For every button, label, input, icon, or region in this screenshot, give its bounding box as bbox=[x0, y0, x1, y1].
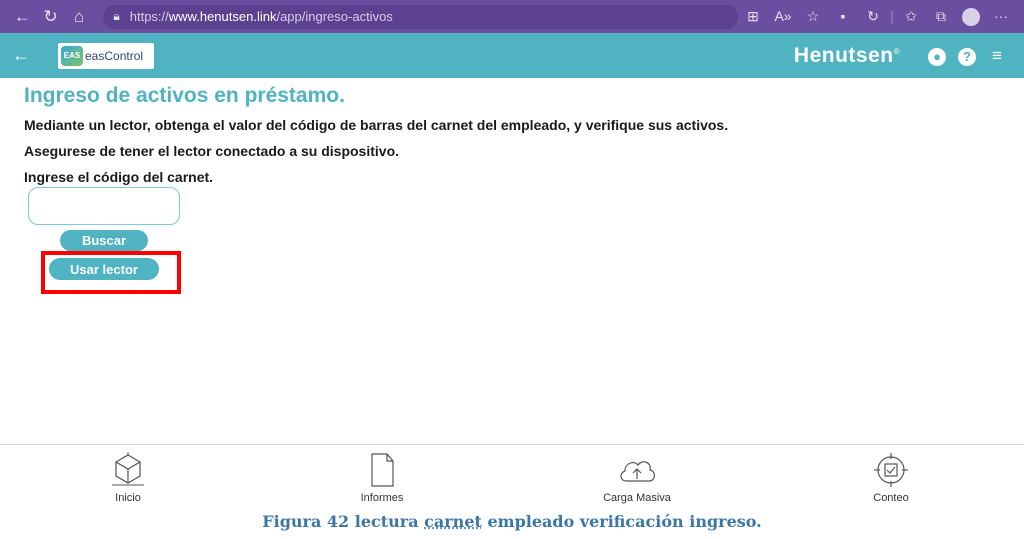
nav-label-inicio: Inicio bbox=[115, 492, 141, 504]
eascontrol-logo[interactable]: EAS easControl bbox=[58, 42, 154, 69]
brand-logo: Henutsen® bbox=[794, 44, 900, 68]
main-content: Ingreso de activos en préstamo. Mediante… bbox=[24, 84, 1004, 195]
more-icon[interactable]: ··· bbox=[986, 8, 1016, 24]
back-arrow-icon[interactable]: ← bbox=[12, 45, 42, 66]
target-check-icon bbox=[874, 453, 908, 487]
caption-underlined: carnet bbox=[424, 512, 482, 531]
cube-home-icon bbox=[112, 452, 144, 486]
header-actions: Henutsen® ● ? ≡ bbox=[794, 44, 1012, 68]
caption-after: empleado verificación ingreso. bbox=[481, 512, 762, 531]
instruction-connect: Asegurese de tener el lector conectado a… bbox=[24, 143, 400, 159]
nav-label-informes: Informes bbox=[360, 492, 404, 504]
page-title: Ingreso de activos en préstamo. bbox=[24, 84, 345, 107]
toolbar-divider: | bbox=[890, 8, 894, 25]
bottom-nav: Inicio Informes Carga Masiva Conteo bbox=[0, 444, 1024, 510]
profile-icon[interactable] bbox=[956, 7, 986, 26]
cloud-upload-icon bbox=[620, 461, 655, 482]
brand-mark: ® bbox=[893, 46, 900, 56]
nav-label-carga-masiva: Carga Masiva bbox=[603, 492, 671, 504]
nav-item-carga-masiva[interactable]: Carga Masiva bbox=[577, 451, 697, 504]
back-icon[interactable]: ← bbox=[8, 4, 36, 30]
extension-icon[interactable]: ▪ bbox=[828, 8, 858, 24]
logo-mark: EAS bbox=[61, 45, 83, 66]
app-grid-icon[interactable]: ⊞ bbox=[738, 8, 768, 25]
logo-text: easControl bbox=[85, 48, 144, 63]
url-prefix: https:// bbox=[129, 9, 169, 24]
home-icon[interactable]: ⌂ bbox=[65, 4, 93, 30]
instruction-code: Ingrese el código del carnet. bbox=[24, 169, 214, 185]
card-code-input[interactable] bbox=[28, 187, 180, 225]
nav-item-informes[interactable]: Informes bbox=[322, 451, 442, 504]
url-path: /app/ingreso-activos bbox=[276, 9, 393, 24]
document-icon bbox=[371, 453, 394, 487]
search-button[interactable]: Buscar bbox=[60, 230, 148, 251]
lock-icon[interactable]: 🔒︎ bbox=[113, 9, 119, 24]
highlight-annotation bbox=[41, 251, 181, 294]
instruction-reader: Mediante un lector, obtenga el valor del… bbox=[24, 117, 729, 133]
read-aloud-icon[interactable]: A» bbox=[768, 8, 798, 24]
favorites-icon[interactable]: ✩ bbox=[896, 8, 926, 25]
nav-item-inicio[interactable]: Inicio bbox=[68, 451, 188, 504]
figure-caption: Figura 42 lectura carnet empleado verifi… bbox=[0, 512, 1024, 531]
refresh-sync-icon[interactable]: ↻ bbox=[858, 8, 888, 25]
browser-actions: ⊞ A» ☆ ▪ ↻ | ✩ ⧉ ··· bbox=[738, 7, 1016, 26]
favorite-icon[interactable]: ☆ bbox=[798, 8, 828, 25]
url-domain: www.henutsen.link bbox=[168, 9, 277, 24]
menu-icon[interactable]: ≡ bbox=[982, 46, 1012, 66]
user-icon[interactable]: ● bbox=[922, 46, 952, 66]
collections-icon[interactable]: ⧉ bbox=[926, 8, 956, 25]
nav-label-conteo: Conteo bbox=[873, 492, 909, 504]
address-bar[interactable]: 🔒︎ https://www.henutsen.link/app/ingreso… bbox=[103, 4, 738, 29]
brand-name: Henutsen bbox=[793, 43, 894, 67]
app-header: ← EAS easControl Henutsen® ● ? ≡ bbox=[0, 33, 1024, 78]
caption-before: Figura 42 lectura bbox=[262, 512, 425, 531]
refresh-icon[interactable]: ↻ bbox=[36, 4, 64, 30]
help-icon[interactable]: ? bbox=[952, 46, 982, 66]
browser-toolbar: ← ↻ ⌂ 🔒︎ https://www.henutsen.link/app/i… bbox=[0, 0, 1024, 33]
nav-item-conteo[interactable]: Conteo bbox=[831, 451, 951, 504]
